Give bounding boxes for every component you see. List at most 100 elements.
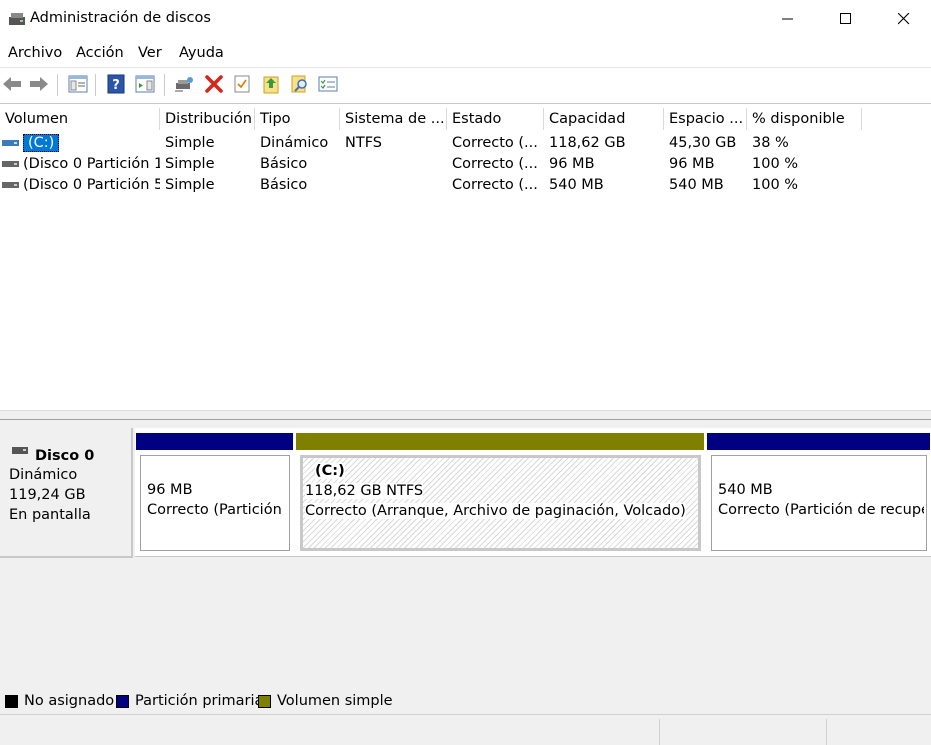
volume-percent-free: 100 % (752, 156, 799, 172)
volume-percent-free: 38 % (752, 135, 789, 151)
connect-disk-button[interactable] (173, 73, 195, 95)
partition-label: (C:) (315, 463, 345, 479)
menu-accion[interactable]: Acción (76, 45, 124, 61)
volume-list: Volumen Distribución Tipo Sistema de ...… (0, 103, 931, 410)
volume-free-space: 96 MB (669, 156, 715, 172)
status-divider (659, 719, 660, 745)
column-header-estado[interactable]: Estado (447, 108, 544, 130)
partition-type-stripe (136, 433, 293, 450)
maximize-icon (840, 13, 851, 24)
volume-status: Correcto (... (452, 177, 538, 193)
legend-item: No asignado (5, 693, 114, 709)
volume-icon (2, 140, 19, 146)
volume-icon (2, 182, 19, 188)
show-action-pane-icon (135, 75, 155, 93)
table-row[interactable]: (C:) Simple Dinámico NTFS Correcto (... … (0, 133, 931, 154)
volume-type: Básico (260, 156, 308, 172)
volume-name: (C:) (23, 134, 60, 152)
volume-layout: Simple (165, 177, 215, 193)
properties-button[interactable] (231, 73, 253, 95)
legend-label: No asignado (24, 693, 115, 709)
properties-checklist-icon (234, 75, 250, 93)
legend: No asignado Partición primaria Volumen s… (0, 692, 931, 714)
legend-label: Partición primaria (135, 693, 264, 709)
volume-percent-free: 100 % (752, 177, 799, 193)
back-arrow-icon (3, 77, 21, 91)
disk-state: En pantalla (9, 507, 91, 523)
status-bar (0, 714, 931, 745)
disk-icon (12, 447, 28, 454)
partition-size: 96 MB (147, 482, 193, 498)
volume-name: (Disco 0 Partición 1) (23, 156, 160, 172)
help-button[interactable]: ? (105, 73, 127, 95)
volume-status: Correcto (... (452, 135, 538, 151)
volume-type: Básico (260, 177, 308, 193)
volume-free-space: 45,30 GB (669, 135, 737, 151)
partition-status: Correcto (Partición de recupera (718, 502, 924, 518)
partition-status: Correcto (Partición de (147, 502, 287, 518)
column-header-porcentaje[interactable]: % disponible (747, 108, 862, 130)
volume-type: Dinámico (260, 135, 329, 151)
column-header-espacio[interactable]: Espacio ... (664, 108, 747, 130)
back-button[interactable] (1, 73, 23, 95)
volume-name: (Disco 0 Partición 5) (23, 177, 160, 193)
partition-block[interactable]: 96 MB Correcto (Partición de (136, 433, 293, 555)
disk-type: Dinámico (9, 467, 78, 483)
legend-item: Partición primaria (116, 693, 263, 709)
legend-item: Volumen simple (258, 693, 393, 709)
show-hide-console-tree-icon (68, 75, 88, 93)
volume-capacity: 540 MB (549, 177, 604, 193)
legend-swatch (5, 694, 18, 708)
partition-block-selected[interactable]: (C:) 118,62 GB NTFS Correcto (Arranque, … (296, 433, 704, 555)
menu-ver[interactable]: Ver (138, 45, 162, 61)
column-header-tipo[interactable]: Tipo (255, 108, 340, 130)
export-list-button[interactable] (260, 73, 282, 95)
pane-splitter[interactable] (0, 410, 931, 420)
menu-ayuda[interactable]: Ayuda (179, 45, 224, 61)
title-bar: Administración de discos (0, 0, 931, 38)
show-hide-console-tree-button[interactable] (67, 73, 89, 95)
volume-capacity: 118,62 GB (549, 135, 626, 151)
toolbar-separator (95, 74, 96, 96)
column-header-sistema-archivos[interactable]: Sistema de ... (340, 108, 447, 130)
partition-type-stripe (707, 433, 930, 450)
find-button[interactable] (289, 73, 311, 95)
partition-block[interactable]: 540 MB Correcto (Partición de recupera (707, 433, 930, 555)
svg-text:?: ? (112, 78, 120, 93)
legend-label: Volumen simple (277, 693, 393, 709)
table-row[interactable]: (Disco 0 Partición 1) Simple Básico Corr… (0, 154, 931, 175)
export-list-icon (263, 76, 279, 94)
delete-button[interactable] (203, 73, 225, 95)
disk-name: Disco 0 (35, 448, 95, 464)
legend-swatch (258, 694, 271, 708)
legend-swatch (116, 694, 129, 708)
disk-management-app-icon (9, 13, 25, 25)
volume-status: Correcto (... (452, 156, 538, 172)
find-icon (291, 75, 307, 93)
table-row[interactable]: (Disco 0 Partición 5) Simple Básico Corr… (0, 175, 931, 196)
volume-icon (2, 161, 19, 167)
volume-capacity: 96 MB (549, 156, 595, 172)
maximize-button[interactable] (817, 0, 875, 38)
minimize-icon (782, 18, 793, 20)
graphical-disk-view: Disco 0 Dinámico 119,24 GB En pantalla 9… (0, 420, 931, 710)
partition-status: Correcto (Arranque, Archivo de paginació… (305, 503, 686, 519)
menu-archivo[interactable]: Archivo (8, 45, 62, 61)
close-icon (898, 13, 910, 25)
volume-layout: Simple (165, 135, 215, 151)
show-action-pane-button[interactable] (134, 73, 156, 95)
disk-row-divider (135, 556, 931, 557)
disk-partition-bar: 96 MB Correcto (Partición de (C:) 118,62… (135, 428, 931, 556)
column-header-capacidad[interactable]: Capacidad (544, 108, 664, 130)
volume-filesystem: NTFS (345, 135, 382, 151)
column-header-distribucion[interactable]: Distribución (160, 108, 255, 130)
disk-info-panel[interactable]: Disco 0 Dinámico 119,24 GB En pantalla (0, 428, 133, 558)
forward-arrow-icon (30, 77, 48, 91)
column-header-volumen[interactable]: Volumen (0, 108, 160, 130)
view-list-icon (318, 76, 338, 92)
close-button[interactable] (875, 0, 931, 38)
minimize-button[interactable] (759, 0, 817, 38)
volume-layout: Simple (165, 156, 215, 172)
forward-button[interactable] (28, 73, 50, 95)
view-list-button[interactable] (317, 73, 339, 95)
